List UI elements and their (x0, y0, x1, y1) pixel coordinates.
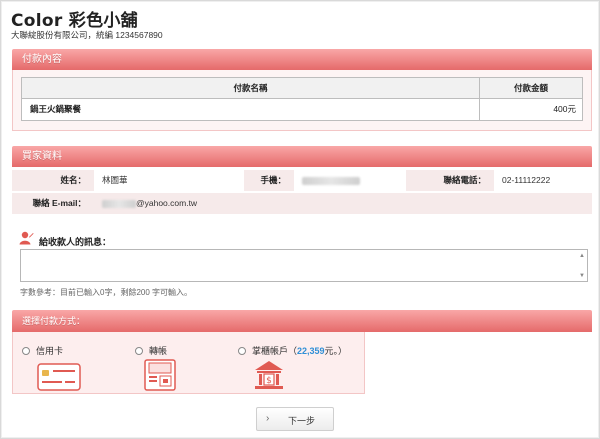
company-info: 大聯綻股份有限公司，統編 1234567890 (11, 30, 163, 40)
tel-value: 02-11112222 (494, 170, 592, 191)
next-step-label: 下一步 (288, 416, 316, 426)
credit-card-radio[interactable] (22, 346, 30, 355)
table-row: 鍋王火鍋聚餐 400元 (22, 99, 582, 120)
shop-title: Color 彩色小舖 (11, 11, 138, 31)
name-value: 林圖華 (94, 170, 244, 191)
character-count-hint: 字數參考：目前已輸入0字，剩餘200 字可輸入。 (20, 288, 193, 297)
payment-table: 付款名稱 付款金額 鍋王火鍋聚餐 400元 (21, 77, 583, 121)
redacted-email-user (102, 199, 136, 208)
bank-icon[interactable]: $ (253, 359, 285, 391)
store-account-radio[interactable] (238, 346, 246, 355)
user-icon (19, 231, 34, 245)
method-transfer[interactable]: 轉帳 (135, 344, 167, 357)
transfer-terminal-icon[interactable] (144, 359, 176, 391)
redacted-phone (302, 176, 360, 185)
transfer-label: 轉帳 (149, 346, 168, 356)
svg-text:$: $ (266, 376, 272, 386)
store-account-label: 掌櫃帳戶（ (252, 346, 298, 356)
message-textarea[interactable] (20, 249, 588, 282)
scroll-up-icon[interactable]: ▲ (577, 251, 587, 261)
scroll-down-icon[interactable]: ▼ (577, 271, 587, 281)
email-label: 聯絡 E-mail： (12, 193, 94, 214)
tel-label: 聯絡電話： (406, 170, 494, 191)
email-value-cell: @yahoo.com.tw (94, 193, 592, 214)
buyer-section-header: 買家資料 (12, 146, 592, 167)
column-payment-name: 付款名稱 (233, 83, 268, 93)
email-value: @yahoo.com.tw (136, 198, 198, 208)
next-step-button[interactable]: › 下一步 (256, 407, 334, 431)
store-account-balance: 22,359 (297, 345, 325, 356)
payment-method-header: 選擇付款方式： (12, 310, 592, 332)
phone-value (294, 170, 406, 191)
payment-name: 鍋王火鍋聚餐 (30, 104, 82, 114)
method-store-account[interactable]: 掌櫃帳戶（ 22,359 元。） (238, 344, 347, 357)
credit-card-icon[interactable] (37, 363, 81, 391)
payment-section-header: 付款內容 (12, 49, 592, 70)
credit-card-label: 信用卡 (36, 346, 64, 356)
table-divider (479, 78, 480, 120)
buyer-row-email: 聯絡 E-mail： @yahoo.com.tw (12, 193, 592, 214)
chevron-right-icon: › (266, 413, 270, 424)
store-account-suffix: 元。） (324, 346, 348, 356)
phone-label: 手機： (244, 170, 294, 191)
payment-table-header: 付款名稱 付款金額 (22, 78, 582, 99)
payment-page: Color 彩色小舖 大聯綻股份有限公司，統編 1234567890 付款內容 … (0, 0, 600, 439)
method-credit-card[interactable]: 信用卡 (22, 344, 63, 357)
payment-amount: 400元 (553, 104, 576, 114)
column-payment-amount: 付款金額 (513, 83, 548, 93)
name-label: 姓名： (12, 170, 94, 191)
message-label: 給收款人的訊息： (39, 237, 112, 247)
transfer-radio[interactable] (135, 346, 143, 355)
buyer-row-contact: 姓名： 林圖華 手機： 聯絡電話： 02-11112222 (12, 170, 592, 191)
